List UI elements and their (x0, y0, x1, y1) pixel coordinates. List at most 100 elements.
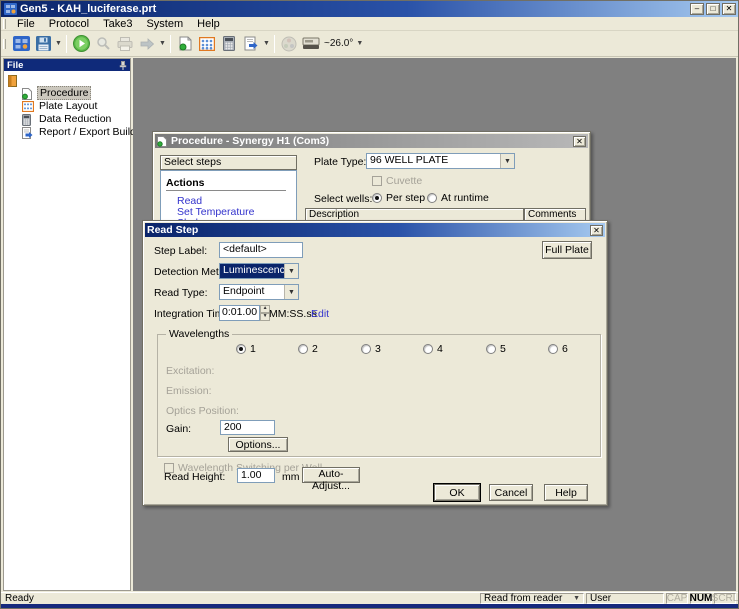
sidebar-item-data-reduction[interactable]: Data Reduction (22, 113, 128, 125)
detection-method-dropdown[interactable]: Luminescence ▼ (219, 263, 299, 279)
wavelength-5-radio[interactable] (486, 344, 496, 354)
tree-root-protocol[interactable] (8, 74, 128, 86)
wavelength-4-radio-row[interactable]: 4 (423, 343, 443, 355)
actions-header: Actions (166, 177, 205, 189)
menu-file[interactable]: File (10, 17, 42, 31)
save-dropdown-arrow[interactable]: ▼ (54, 33, 63, 55)
data-reduction-button[interactable] (218, 33, 240, 55)
reader-source-value: Read from reader (484, 593, 562, 604)
run-protocol-button[interactable] (70, 33, 92, 55)
plate-type-value: 96 WELL PLATE (367, 154, 500, 168)
menubar-grip[interactable] (3, 19, 6, 29)
wavelength-3-radio[interactable] (361, 344, 371, 354)
read-height-label: Read Height: (164, 471, 225, 483)
procedure-dialog-title: Procedure - Synergy H1 (Com3) (171, 135, 329, 147)
integration-time-spinner[interactable]: 0:01.00 ▲ ▼ (219, 305, 270, 321)
sidebar-item-label: Plate Layout (37, 100, 99, 112)
gain-input[interactable]: 200 (220, 420, 275, 435)
integration-time-value[interactable]: 0:01.00 (219, 305, 260, 321)
sidebar-item-procedure[interactable]: Procedure (22, 87, 128, 99)
report-export-icon (244, 36, 258, 51)
maximize-button[interactable]: □ (706, 3, 720, 15)
printer-icon (117, 37, 133, 51)
reader-control-button[interactable] (300, 33, 322, 55)
minimize-button[interactable]: – (690, 3, 704, 15)
menu-protocol[interactable]: Protocol (42, 17, 96, 31)
toolbar-grip[interactable] (3, 39, 6, 49)
wavelength-6-radio-row[interactable]: 6 (548, 343, 568, 355)
wavelength-4-radio[interactable] (423, 344, 433, 354)
pin-icon[interactable] (119, 61, 127, 70)
ok-button[interactable]: OK (434, 484, 480, 501)
scroll-lock-indicator: SCRL (714, 593, 736, 604)
chevron-down-icon: ▼ (500, 154, 514, 168)
per-step-radio-row[interactable]: Per step (372, 192, 425, 204)
menu-take3[interactable]: Take3 (96, 17, 139, 31)
read-step-titlebar: Read Step ✕ (145, 223, 605, 237)
report-builder-button[interactable] (240, 33, 262, 55)
plate-type-dropdown[interactable]: 96 WELL PLATE ▼ (366, 153, 515, 169)
sidebar-item-plate-layout[interactable]: Plate Layout (22, 100, 128, 112)
read-step-close-icon[interactable]: ✕ (590, 225, 603, 236)
procedure-close-icon[interactable]: ✕ (573, 136, 586, 147)
chevron-down-icon: ▼ (573, 595, 580, 602)
read-type-label: Read Type: (154, 287, 208, 299)
run-group-dropdown-arrow[interactable]: ▼ (158, 33, 167, 55)
close-button[interactable]: ✕ (722, 3, 736, 15)
caps-lock-indicator: CAP (666, 593, 688, 604)
options-button[interactable]: Options... (228, 437, 288, 452)
user-field[interactable]: User (586, 593, 664, 604)
per-step-radio[interactable] (372, 193, 382, 203)
sidebar-item-label: Data Reduction (37, 113, 113, 125)
at-runtime-radio[interactable] (427, 193, 437, 203)
calculator-icon (22, 114, 34, 125)
wavelength-3-radio-row[interactable]: 3 (361, 343, 381, 355)
excitation-label: Excitation: (166, 365, 214, 377)
wavelengths-groupbox: Wavelengths 1 2 3 4 5 (157, 334, 601, 457)
window-titlebar: Gen5 - KAH_luciferase.prt – □ ✕ (1, 1, 738, 17)
wavelength-6-radio[interactable] (548, 344, 558, 354)
save-button[interactable] (32, 33, 54, 55)
step-label-input[interactable]: <default> (219, 242, 303, 258)
toolbar-separator (274, 35, 275, 53)
num-lock-indicator: NUM (690, 593, 712, 604)
user-value: User (590, 593, 611, 604)
integration-time-edit-link[interactable]: Edit (311, 308, 329, 320)
wavelength-2-radio[interactable] (298, 344, 308, 354)
wavelength-1-label: 1 (250, 343, 256, 355)
reader-dropdown-arrow[interactable]: ▼ (355, 33, 364, 55)
wavelength-3-label: 3 (375, 343, 381, 355)
sidebar-header: File (4, 59, 130, 71)
menu-help[interactable]: Help (190, 17, 227, 31)
sidebar-item-label: Procedure (37, 86, 91, 100)
per-step-label: Per step (386, 192, 425, 204)
sidebar-header-label: File (7, 60, 23, 71)
procedure-dialog-titlebar: Procedure - Synergy H1 (Com3) ✕ (155, 134, 588, 148)
cancel-button[interactable]: Cancel (489, 484, 533, 501)
menu-system[interactable]: System (139, 17, 190, 31)
zoom-button[interactable] (92, 33, 114, 55)
wavelength-1-radio-row[interactable]: 1 (236, 343, 256, 355)
wavelength-2-radio-row[interactable]: 2 (298, 343, 318, 355)
read-height-input[interactable]: 1.00 (237, 468, 275, 483)
wavelength-1-radio[interactable] (236, 344, 246, 354)
print-button[interactable] (114, 33, 136, 55)
full-plate-button[interactable]: Full Plate (542, 241, 592, 259)
procedure-button[interactable] (174, 33, 196, 55)
reader-source-dropdown[interactable]: Read from reader ▼ (480, 593, 584, 604)
read-type-dropdown[interactable]: Endpoint ▼ (219, 284, 299, 300)
export-button[interactable] (136, 33, 158, 55)
protocol-icon (8, 75, 20, 86)
filter-wheel-button[interactable] (278, 33, 300, 55)
read-step-title: Read Step (147, 224, 198, 236)
wavelength-5-radio-row[interactable]: 5 (486, 343, 506, 355)
auto-adjust-button[interactable]: Auto-Adjust... (302, 467, 360, 483)
views-dropdown-arrow[interactable]: ▼ (262, 33, 271, 55)
plate-layout-button[interactable] (196, 33, 218, 55)
status-text: Ready (1, 593, 480, 604)
help-button[interactable]: Help (544, 484, 588, 501)
sidebar-item-report-export-builders[interactable]: Report / Export Builders (22, 126, 128, 138)
at-runtime-radio-row[interactable]: At runtime (427, 192, 489, 204)
task-manager-button[interactable] (10, 33, 32, 55)
integration-time-format: MM:SS.ss (269, 308, 317, 320)
